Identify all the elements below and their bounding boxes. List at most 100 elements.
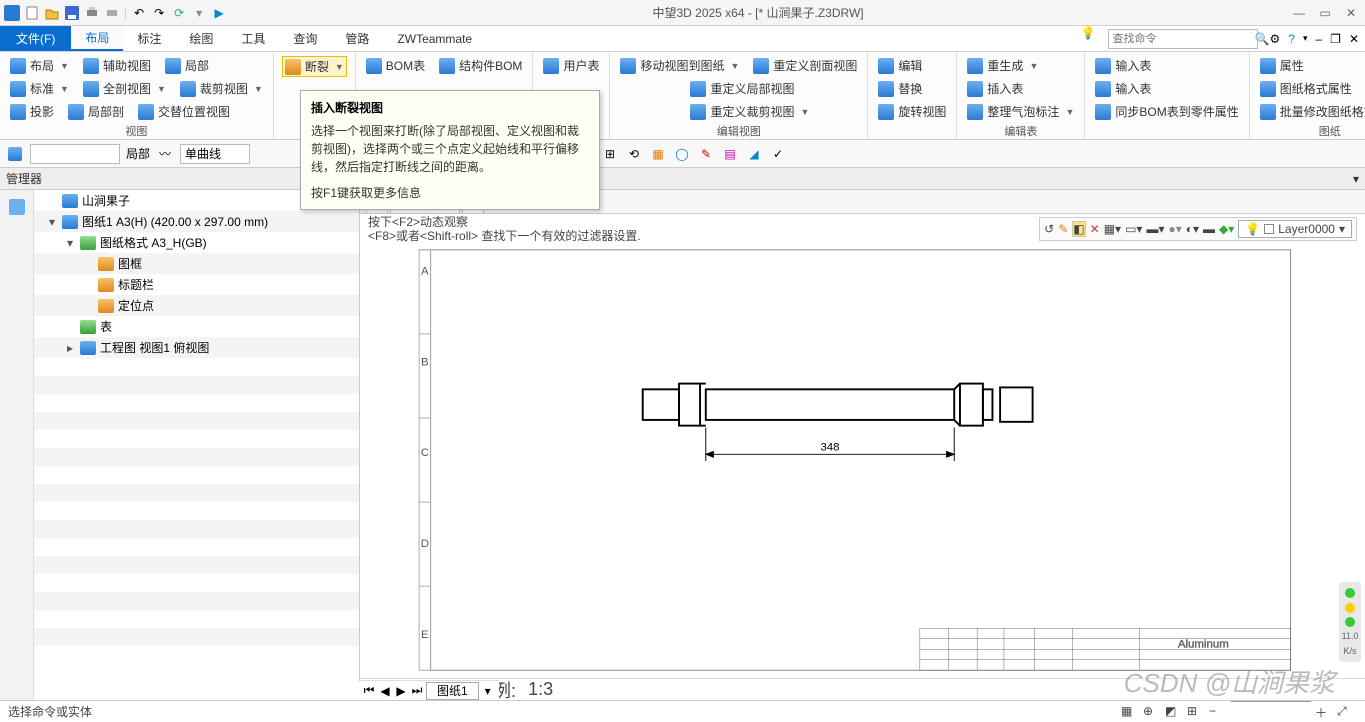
sb-icon-1[interactable]: ▦ [1121, 704, 1139, 720]
print-icon[interactable] [84, 5, 100, 21]
ft-icon-1[interactable]: ↺ [1044, 222, 1054, 236]
window-restore-icon[interactable]: ❐ [1330, 32, 1341, 46]
chevron-down-icon[interactable]: ▾ [1339, 222, 1345, 236]
tab-query[interactable]: 查询 [279, 26, 331, 51]
ribbon-裁剪视图[interactable]: 裁剪视图▼ [178, 79, 265, 98]
floating-toolbar[interactable]: ↺ ✎ ◧ ✕ ▦▾ ▭▾ ▬▾ ●▾ ◐▾ ▬ ◆▾ 💡 Layer0000 … [1039, 217, 1357, 241]
ft-icon-6[interactable]: ▭▾ [1125, 222, 1142, 236]
filter-combo[interactable] [30, 144, 120, 164]
ft-icon-7[interactable]: ▬▾ [1146, 222, 1164, 236]
ribbon-局部剖[interactable]: 局部剖 [66, 102, 126, 121]
tab-layout[interactable]: 布局 [71, 26, 123, 51]
ribbon-结构件BOM[interactable]: 结构件BOM [437, 56, 524, 75]
model-tree[interactable]: 山涧果子▾图纸1 A3(H) (420.00 x 297.00 mm)▾图纸格式… [34, 190, 359, 700]
tb-icon-5[interactable]: ▦ [649, 145, 667, 163]
settings-icon[interactable]: ⚙ [1270, 32, 1281, 46]
undo-icon[interactable]: ↶ [131, 5, 147, 21]
sheet-tab-1[interactable]: 图纸1 [426, 682, 479, 700]
ribbon-全剖视图[interactable]: 全剖视图▼ [81, 79, 168, 98]
ribbon-重生成[interactable]: 重生成▼ [965, 56, 1040, 75]
command-search-input[interactable] [1113, 33, 1255, 45]
ribbon-编辑[interactable]: 编辑 [876, 56, 924, 75]
app-icon[interactable] [4, 5, 20, 21]
minimize-icon[interactable]: — [1289, 5, 1309, 21]
ribbon-投影[interactable]: 投影 [8, 102, 56, 121]
close-icon[interactable]: ✕ [1341, 5, 1361, 21]
tree-item[interactable]: 图框 [34, 253, 359, 274]
tab-pipe[interactable]: 管路 [331, 26, 383, 51]
tree-item[interactable]: 表 [34, 316, 359, 337]
tree-item[interactable]: 定位点 [34, 295, 359, 316]
save-icon[interactable] [64, 5, 80, 21]
sb-icon-3[interactable]: ◩ [1165, 704, 1183, 720]
tab-draw[interactable]: 绘图 [175, 26, 227, 51]
ribbon-插入表[interactable]: 插入表 [965, 79, 1025, 98]
ribbon-重定义裁剪视图[interactable]: 重定义裁剪视图▼ [688, 102, 811, 121]
refresh-icon[interactable]: ⟳ [171, 5, 187, 21]
tab-zwteammate[interactable]: ZWTeammate [383, 26, 486, 51]
sb-icon-7[interactable]: ⤢ [1337, 704, 1355, 720]
drawing-area[interactable]: ABCDE [360, 246, 1365, 676]
ribbon-重定义局部视图[interactable]: 重定义局部视图 [688, 79, 796, 98]
dropdown-icon[interactable]: ▾ [191, 5, 207, 21]
open-icon[interactable] [44, 5, 60, 21]
tb-icon-9[interactable]: ◢ [745, 145, 763, 163]
redo-icon[interactable]: ↷ [151, 5, 167, 21]
filter-icon[interactable] [6, 145, 24, 163]
help-bubble-icon[interactable]: 💡 [1081, 26, 1096, 51]
ribbon-整理气泡标注[interactable]: 整理气泡标注▼ [965, 102, 1076, 121]
sb-icon-4[interactable]: ⊞ [1187, 704, 1205, 720]
ribbon-旋转视图[interactable]: 旋转视图 [876, 102, 948, 121]
sheet-last-icon[interactable]: ⏭ [410, 683, 424, 698]
ft-icon-4[interactable]: ✕ [1090, 222, 1100, 236]
curve-icon[interactable]: 〰 [156, 145, 174, 163]
window-min-icon[interactable]: – [1315, 32, 1322, 46]
window-close-icon[interactable]: ✕ [1349, 32, 1359, 46]
tb-icon-4[interactable]: ⟲ [625, 145, 643, 163]
tb-icon-6[interactable]: ◯ [673, 145, 691, 163]
ribbon-用户表[interactable]: 用户表 [541, 56, 601, 75]
sheet-next-icon[interactable]: ▶ [394, 684, 408, 698]
tree-item[interactable]: ▾图纸格式 A3_H(GB) [34, 232, 359, 253]
ft-icon-10[interactable]: ▬ [1203, 222, 1215, 236]
ribbon-布局[interactable]: 布局▼ [8, 56, 71, 75]
tb-icon-8[interactable]: ▤ [721, 145, 739, 163]
tb-icon-3[interactable]: ⊞ [601, 145, 619, 163]
ribbon-交替位置视图[interactable]: 交替位置视图 [136, 102, 232, 121]
tb-icon-7[interactable]: ✎ [697, 145, 715, 163]
sb-icon-2[interactable]: ⊕ [1143, 704, 1161, 720]
ft-icon-3[interactable]: ◧ [1072, 221, 1085, 237]
layer-selector[interactable]: 💡 Layer0000 ▾ [1238, 220, 1352, 238]
ribbon-标准[interactable]: 标准▼ [8, 79, 71, 98]
ribbon-批量修改图纸格式属性[interactable]: 批量修改图纸格式属性 [1258, 102, 1365, 121]
sb-icon-6[interactable]: ＋ [1315, 704, 1333, 720]
ribbon-辅助视图[interactable]: 辅助视图 [81, 56, 153, 75]
file-menu[interactable]: 文件(F) [0, 26, 71, 51]
ft-grid-icon[interactable]: ▦▾ [1104, 222, 1121, 236]
play-icon[interactable]: ▶ [211, 5, 227, 21]
tree-item[interactable]: 标题栏 [34, 274, 359, 295]
drawing-canvas[interactable]: 3DRW× + 按下<F2>动态观察 <F8>或者<Shift-roll> 查找… [360, 190, 1365, 700]
sheet-first-icon[interactable]: ⏮ [362, 683, 376, 698]
tree-item[interactable]: ▸工程图 视图1 俯视图 [34, 337, 359, 358]
ft-icon-2[interactable]: ✎ [1058, 222, 1068, 236]
ribbon-替换[interactable]: 替换 [876, 79, 924, 98]
ribbon-BOM表[interactable]: BOM表 [364, 56, 427, 75]
ribbon-图纸格式属性[interactable]: 图纸格式属性 [1258, 79, 1354, 98]
tb-icon-10[interactable]: ✓ [769, 145, 787, 163]
help-icon[interactable]: ? [1288, 32, 1295, 46]
new-icon[interactable] [24, 5, 40, 21]
ft-icon-11[interactable]: ◆▾ [1219, 222, 1234, 236]
ribbon-重定义剖面视图[interactable]: 重定义剖面视图 [751, 56, 859, 75]
maximize-icon[interactable]: ▭ [1315, 5, 1335, 21]
ribbon-局部[interactable]: 局部 [163, 56, 211, 75]
ribbon-输入表[interactable]: 输入表 [1093, 79, 1153, 98]
sheet-add-icon[interactable]: ▾ [481, 684, 495, 698]
ribbon-断裂[interactable]: 断裂▼ [282, 56, 347, 77]
sb-zoom-slider[interactable] [1231, 701, 1311, 717]
command-search[interactable]: 🔍 [1108, 29, 1258, 49]
tree-item[interactable]: ▾图纸1 A3(H) (420.00 x 297.00 mm) [34, 211, 359, 232]
sb-icon-5[interactable]: − [1209, 704, 1227, 720]
sheet-prev-icon[interactable]: ◀ [378, 684, 392, 698]
ft-icon-8[interactable]: ●▾ [1168, 222, 1181, 236]
